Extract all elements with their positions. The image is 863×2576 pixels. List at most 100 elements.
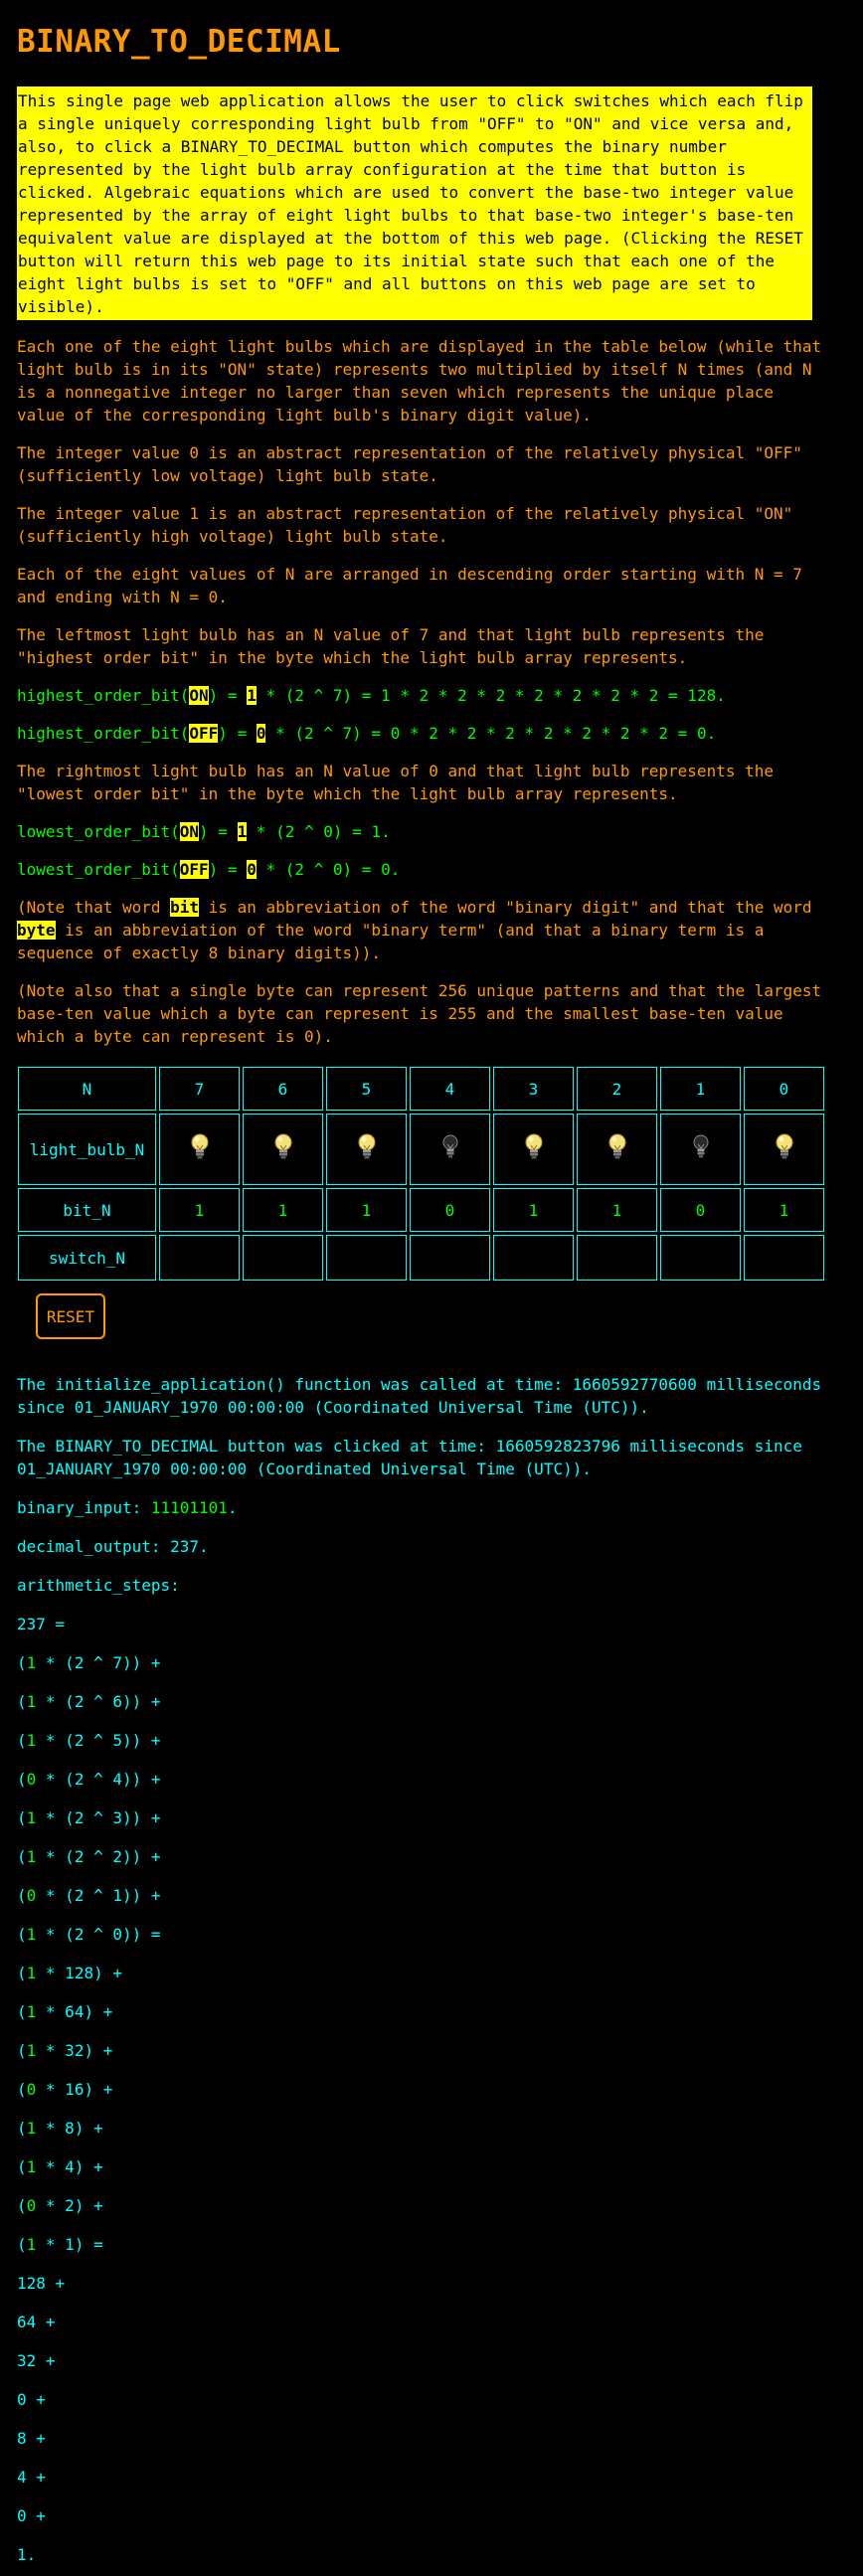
step-line: (1 * 64) +	[17, 2002, 113, 2021]
step-bit: 1	[26, 2041, 37, 2060]
bulb-cell	[577, 1114, 657, 1185]
step-bit: 1	[26, 1847, 37, 1866]
highest-order-bit-off: highest_order_bit(OFF) = 0 * (2 ^ 7) = 0…	[17, 724, 717, 743]
page-title: BINARY_TO_DECIMAL	[17, 24, 341, 60]
bit-cell: 1	[243, 1188, 323, 1232]
unlit-light-bulb-icon	[439, 1132, 461, 1160]
step-line: (1 * (2 ^ 2)) +	[17, 1847, 161, 1866]
paragraph-rightmost: The rightmost light bulb has an N value …	[17, 762, 774, 803]
lit-light-bulb-icon	[606, 1132, 628, 1160]
row-label-n: N	[18, 1067, 156, 1111]
step-bit: 0	[26, 1886, 37, 1905]
steps-start: 237 =	[17, 1615, 66, 1633]
row-label-bit: bit_N	[18, 1188, 156, 1232]
switch-cell-6[interactable]	[243, 1235, 323, 1281]
note-bit-byte: (Note that word bit is an abbreviation o…	[17, 898, 812, 962]
word-bit: bit	[170, 898, 200, 917]
binary-input-value: 11101101	[150, 1498, 228, 1517]
step-bit: 1	[26, 2157, 37, 2176]
step-line: 0 +	[17, 2506, 46, 2525]
switch-cell-2[interactable]	[577, 1235, 657, 1281]
paragraph-leftmost: The leftmost light bulb has an N value o…	[17, 625, 765, 667]
bulb-cell	[159, 1114, 240, 1185]
step-bit: 0	[26, 2080, 37, 2099]
decimal-output: decimal_output: 237.	[17, 1537, 209, 1556]
step-line: 8 +	[17, 2429, 46, 2448]
step-bit: 1	[26, 1731, 37, 1750]
step-bit: 1	[26, 1964, 37, 1982]
n-cell: 7	[159, 1067, 240, 1111]
lowest-order-bit-off: lowest_order_bit(OFF) = 0 * (2 ^ 0) = 0.	[17, 860, 401, 879]
row-label-light-bulb: light_bulb_N	[18, 1114, 156, 1185]
step-bit: 1	[26, 1653, 37, 1672]
lowest-order-bit-on: lowest_order_bit(ON) = 1 * (2 ^ 0) = 1.	[17, 822, 391, 841]
step-line: (0 * 16) +	[17, 2080, 113, 2099]
arithmetic-label: arithmetic_steps:	[17, 1576, 180, 1595]
unlit-light-bulb-icon	[690, 1132, 712, 1160]
step-line: (1 * 1) =	[17, 2235, 103, 2254]
switch-cell-4[interactable]	[410, 1235, 490, 1281]
switch-cell-1[interactable]	[660, 1235, 741, 1281]
step-line: 32 +	[17, 2351, 56, 2370]
lit-light-bulb-icon	[189, 1132, 211, 1160]
step-line: 0 +	[17, 2390, 46, 2409]
step-line: (1 * 4) +	[17, 2157, 103, 2176]
step-line: (0 * (2 ^ 4)) +	[17, 1770, 161, 1789]
step-bit: 0	[26, 1770, 37, 1789]
step-line: (1 * 32) +	[17, 2041, 113, 2060]
output-section: The initialize_application() function wa…	[17, 1373, 829, 2566]
step-bit: 0	[26, 2196, 37, 2215]
bit-badge: 1	[247, 686, 257, 705]
steps-sum-list: 128 + 64 + 32 + 0 + 8 + 4 + 0 + 1.	[17, 2272, 829, 2566]
state-badge: OFF	[179, 860, 209, 879]
highest-order-bit-on: highest_order_bit(ON) = 1 * (2 ^ 7) = 1 …	[17, 686, 726, 705]
bulb-cell	[493, 1114, 574, 1185]
switch-cell-0[interactable]	[744, 1235, 824, 1281]
n-cell: 1	[660, 1067, 741, 1111]
switch-cell-3[interactable]	[493, 1235, 574, 1281]
state-badge: ON	[179, 822, 200, 841]
bit-cell: 1	[493, 1188, 574, 1232]
binary-input: binary_input: 11101101.	[17, 1498, 238, 1517]
step-bit: 1	[26, 1692, 37, 1711]
step-line: 4 +	[17, 2468, 46, 2487]
bit-cell: 1	[326, 1188, 407, 1232]
steps-product-list: (1 * 128) + (1 * 64) + (1 * 32) + (0 * 16) …	[17, 1962, 829, 2256]
step-line: (0 * (2 ^ 1)) +	[17, 1886, 161, 1905]
row-switch: switch_N	[18, 1235, 824, 1281]
click-message: The BINARY_TO_DECIMAL button was clicked…	[17, 1437, 802, 1478]
reset-button[interactable]: RESET	[36, 1293, 105, 1339]
step-bit: 1	[26, 2235, 37, 2254]
bulb-cell	[660, 1114, 741, 1185]
bulb-cell	[744, 1114, 824, 1185]
step-line: 1.	[17, 2545, 37, 2564]
switch-cell-7[interactable]	[159, 1235, 240, 1281]
bit-cell: 1	[744, 1188, 824, 1232]
step-line: (1 * (2 ^ 3)) +	[17, 1808, 161, 1827]
row-light-bulb: light_bulb_N	[18, 1114, 824, 1185]
page: BINARY_TO_DECIMAL This single page web a…	[0, 0, 846, 2566]
n-cell: 2	[577, 1067, 657, 1111]
lit-light-bulb-icon	[523, 1132, 545, 1160]
step-line: (1 * 8) +	[17, 2119, 103, 2138]
step-bit: 1	[26, 1925, 37, 1944]
step-line: (1 * (2 ^ 5)) +	[17, 1731, 161, 1750]
step-bit: 1	[26, 1808, 37, 1827]
step-line: (1 * 128) +	[17, 1964, 122, 1982]
n-cell: 0	[744, 1067, 824, 1111]
step-line: 128 +	[17, 2274, 66, 2293]
bulb-cell	[243, 1114, 323, 1185]
lit-light-bulb-icon	[272, 1132, 294, 1160]
word-byte: byte	[17, 921, 56, 940]
note-byte-range: (Note also that a single byte can repres…	[17, 981, 822, 1046]
bulb-cell	[410, 1114, 490, 1185]
row-bit: bit_N 1 1 1 0 1 1 0 1	[18, 1188, 824, 1232]
n-cell: 6	[243, 1067, 323, 1111]
n-cell: 3	[493, 1067, 574, 1111]
switch-cell-5[interactable]	[326, 1235, 407, 1281]
paragraph-order: Each of the eight values of N are arrang…	[17, 565, 802, 606]
step-line: (1 * (2 ^ 6)) +	[17, 1692, 161, 1711]
light-bulb-table: N 7 6 5 4 3 2 1 0 light_bulb_N bit_N 1 1…	[15, 1064, 827, 1284]
paragraph-on: The integer value 1 is an abstract repre…	[17, 504, 793, 546]
step-line: 64 +	[17, 2313, 56, 2331]
